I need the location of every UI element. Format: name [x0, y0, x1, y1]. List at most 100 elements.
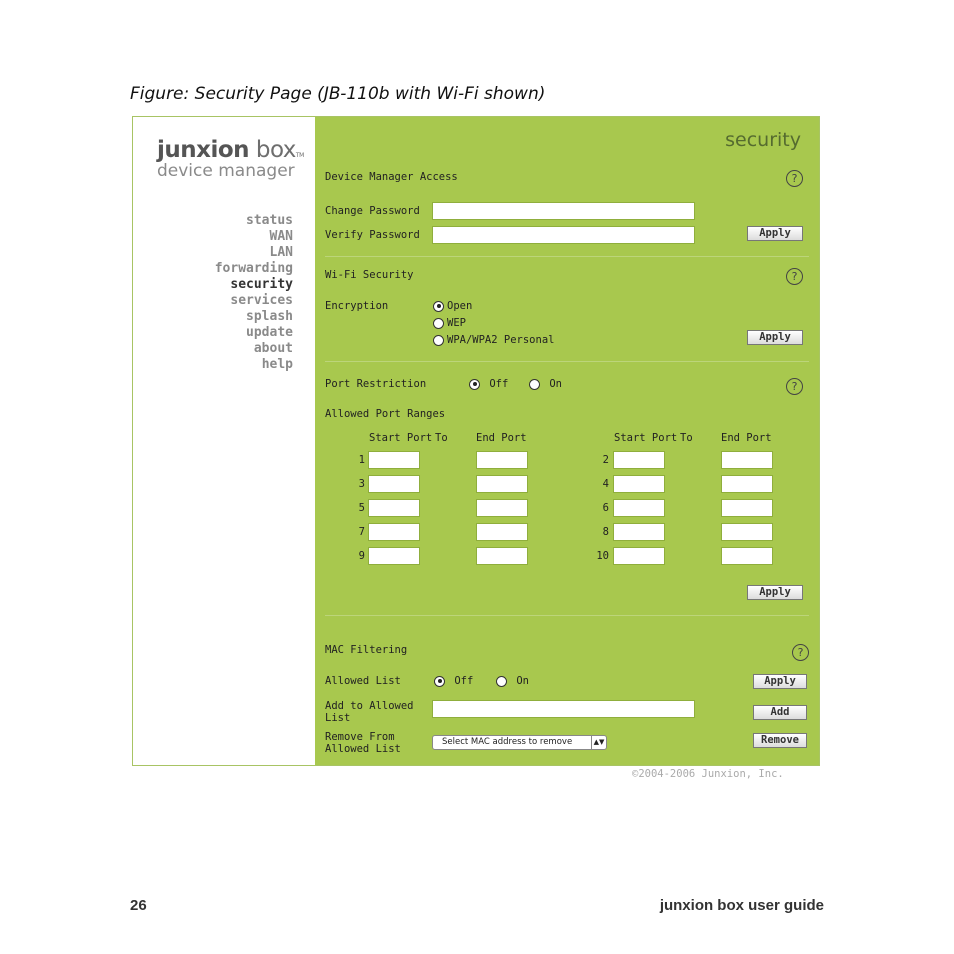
start-port-input[interactable]	[613, 451, 665, 469]
select-value: Select MAC address to remove	[442, 737, 573, 747]
option-label: Off	[454, 675, 474, 687]
remove-from-allowed-label: Remove From Allowed List	[325, 731, 401, 755]
radio-checked-icon	[434, 675, 445, 687]
wifi-security-heading: Wi-Fi Security	[325, 269, 414, 281]
port-row-number: 6	[602, 502, 609, 514]
port-row-number: 4	[602, 478, 609, 490]
help-icon[interactable]: ?	[786, 268, 803, 285]
device-manager-heading: Device Manager Access	[325, 171, 458, 183]
nav-lan[interactable]: LAN	[215, 245, 293, 261]
mac-address-input[interactable]	[432, 700, 695, 718]
apply-ports-button[interactable]: Apply	[747, 585, 803, 600]
start-port-input[interactable]	[613, 499, 665, 517]
nav-forwarding[interactable]: forwarding	[215, 261, 293, 277]
col-end-port: End Port	[721, 432, 772, 444]
col-start-port: Start Port	[614, 432, 678, 444]
add-mac-button[interactable]: Add	[753, 705, 807, 720]
allowed-list-label: Allowed List	[325, 675, 401, 687]
verify-password-input[interactable]	[432, 226, 695, 244]
end-port-input[interactable]	[721, 451, 773, 469]
end-port-input[interactable]	[476, 475, 528, 493]
port-restriction-label: Port Restriction	[325, 378, 427, 390]
nav-status[interactable]: status	[215, 213, 293, 229]
col-to: To	[680, 432, 693, 444]
logo-brand: junxion boxTM	[157, 137, 304, 163]
port-row-number: 5	[358, 502, 365, 514]
start-port-input[interactable]	[368, 523, 420, 541]
help-icon[interactable]: ?	[786, 170, 803, 187]
page-number: 26	[130, 897, 147, 914]
select-arrows-icon: ▲▼	[591, 736, 606, 749]
option-label: Off	[489, 378, 509, 390]
logo-tm: TM	[295, 152, 304, 159]
port-restriction-on[interactable]: On	[529, 378, 562, 390]
sidebar: junxion boxTM device manager status WAN …	[133, 117, 315, 765]
end-port-input[interactable]	[476, 451, 528, 469]
label-line: Allowed List	[325, 743, 401, 755]
remove-mac-select[interactable]: Select MAC address to remove ▲▼	[432, 735, 607, 750]
start-port-input[interactable]	[368, 547, 420, 565]
radio-checked-icon	[433, 300, 444, 312]
apply-password-button[interactable]: Apply	[747, 226, 803, 241]
change-password-input[interactable]	[432, 202, 695, 220]
nav-splash[interactable]: splash	[215, 309, 293, 325]
port-row-number: 2	[602, 454, 609, 466]
nav-security[interactable]: security	[215, 277, 293, 293]
change-password-label: Change Password	[325, 205, 420, 217]
port-row-number: 7	[358, 526, 365, 538]
option-label: On	[549, 378, 562, 390]
end-port-input[interactable]	[476, 547, 528, 565]
start-port-input[interactable]	[368, 475, 420, 493]
label-line: Remove From	[325, 731, 395, 743]
start-port-input[interactable]	[368, 499, 420, 517]
nav-services[interactable]: services	[215, 293, 293, 309]
page-title: security	[725, 129, 801, 151]
encryption-label: Encryption	[325, 300, 389, 312]
apply-mac-button[interactable]: Apply	[753, 674, 807, 689]
col-start-port: Start Port	[369, 432, 433, 444]
encryption-option-wep[interactable]: WEP	[433, 317, 466, 329]
help-icon[interactable]: ?	[792, 644, 809, 661]
end-port-input[interactable]	[476, 499, 528, 517]
allowed-list-on[interactable]: On	[496, 675, 529, 687]
encryption-option-wpa[interactable]: WPA/WPA2 Personal	[433, 334, 554, 346]
radio-checked-icon	[469, 378, 480, 390]
remove-mac-button[interactable]: Remove	[753, 733, 807, 748]
nav-update[interactable]: update	[215, 325, 293, 341]
end-port-input[interactable]	[476, 523, 528, 541]
port-restriction-off[interactable]: Off	[469, 378, 508, 390]
start-port-input[interactable]	[368, 451, 420, 469]
verify-password-label: Verify Password	[325, 229, 420, 241]
start-port-input[interactable]	[613, 523, 665, 541]
encryption-option-open[interactable]: Open	[433, 300, 472, 312]
allowed-list-off[interactable]: Off	[434, 675, 473, 687]
mac-filtering-heading: MAC Filtering	[325, 644, 408, 656]
nav-wan[interactable]: WAN	[215, 229, 293, 245]
port-row-number: 9	[358, 550, 365, 562]
end-port-input[interactable]	[721, 523, 773, 541]
col-end-port: End Port	[476, 432, 527, 444]
option-label: WEP	[447, 317, 466, 329]
copyright: ©2004-2006 Junxion, Inc.	[632, 768, 784, 780]
radio-icon	[433, 317, 444, 329]
logo: junxion boxTM device manager	[157, 137, 304, 181]
end-port-input[interactable]	[721, 475, 773, 493]
end-port-input[interactable]	[721, 547, 773, 565]
port-row-number: 1	[358, 454, 365, 466]
apply-wifi-button[interactable]: Apply	[747, 330, 803, 345]
nav-help[interactable]: help	[215, 357, 293, 373]
nav-about[interactable]: about	[215, 341, 293, 357]
col-to: To	[435, 432, 448, 444]
help-icon[interactable]: ?	[786, 378, 803, 395]
allowed-port-ranges-label: Allowed Port Ranges	[325, 408, 446, 420]
port-row-number: 8	[602, 526, 609, 538]
option-label: WPA/WPA2 Personal	[447, 334, 555, 346]
logo-brand-bold: junxion	[157, 137, 250, 163]
start-port-input[interactable]	[613, 547, 665, 565]
option-label: On	[516, 675, 529, 687]
logo-brand-box: box	[255, 137, 297, 163]
start-port-input[interactable]	[613, 475, 665, 493]
end-port-input[interactable]	[721, 499, 773, 517]
radio-icon	[529, 378, 540, 390]
sidebar-nav: status WAN LAN forwarding security servi…	[215, 213, 293, 373]
